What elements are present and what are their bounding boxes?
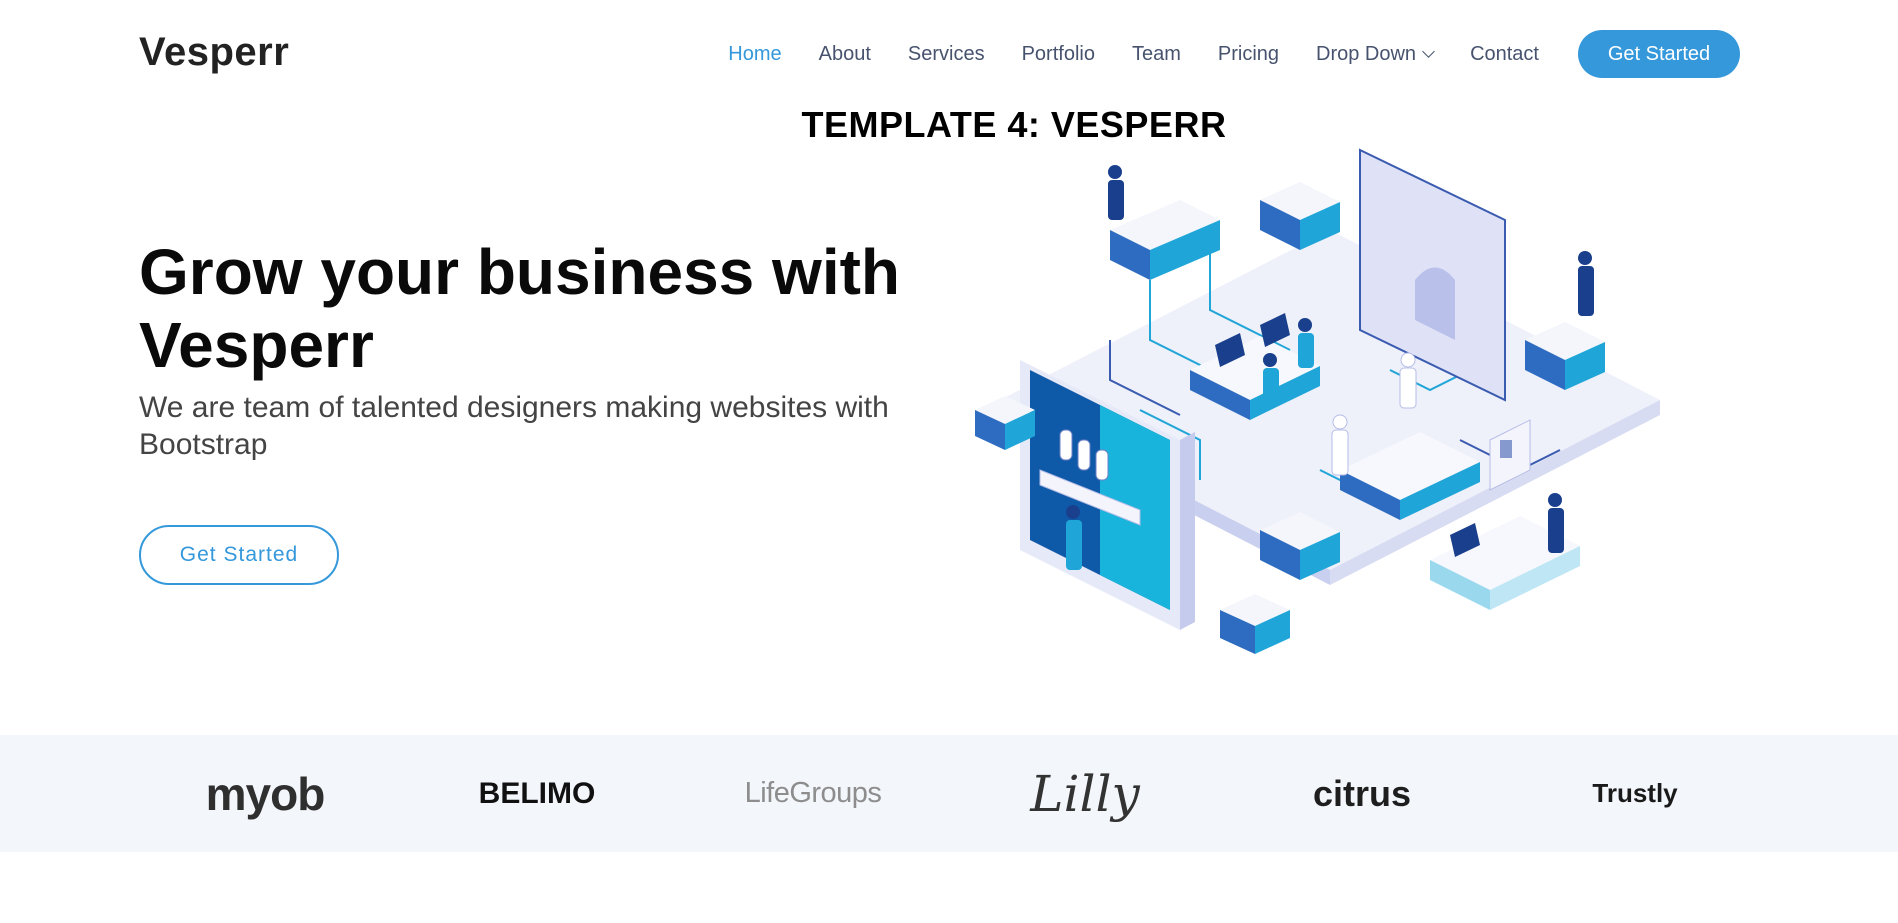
hero-subtitle: We are team of talented designers making… <box>139 391 889 461</box>
chevron-down-icon <box>1422 44 1435 58</box>
site-logo[interactable]: Vesperr <box>139 30 289 75</box>
nav-home[interactable]: Home <box>728 43 781 66</box>
nav-about[interactable]: About <box>819 43 871 66</box>
nav-services[interactable]: Services <box>908 43 985 66</box>
hero-get-started-button[interactable]: Get Started <box>139 525 339 585</box>
nav-contact[interactable]: Contact <box>1470 43 1539 66</box>
client-logo-trustly: Trustly <box>1592 778 1678 808</box>
hero-title-line-1: Grow your business with <box>139 236 900 308</box>
main-nav: Home About Services Portfolio Team Prici… <box>691 30 1740 78</box>
client-logo-myob: myob <box>205 767 326 820</box>
nav-portfolio[interactable]: Portfolio <box>1022 43 1095 66</box>
header-get-started-button[interactable]: Get Started <box>1578 30 1740 78</box>
isometric-office-illustration <box>975 148 1660 654</box>
nav-dropdown-label: Drop Down <box>1316 42 1417 65</box>
nav-team[interactable]: Team <box>1132 43 1181 66</box>
nav-dropdown[interactable]: Drop Down <box>1316 42 1435 66</box>
clients-section: myob BELIMO LifeGroups Lilly citrus Trus… <box>0 735 1898 852</box>
nav-pricing[interactable]: Pricing <box>1218 43 1279 66</box>
client-logo-lifegroups: LifeGroups <box>744 777 882 809</box>
client-logo-lilly: Lilly <box>1030 764 1140 823</box>
client-logo-belimo: BELIMO <box>478 776 596 810</box>
client-logo-citrus: citrus <box>1312 772 1412 814</box>
site-header: Vesperr Home About Services Portfolio Te… <box>0 0 1898 110</box>
hero-title: Grow your business with Vesperr <box>139 236 939 382</box>
hero-title-line-2: Vesperr <box>139 309 374 381</box>
